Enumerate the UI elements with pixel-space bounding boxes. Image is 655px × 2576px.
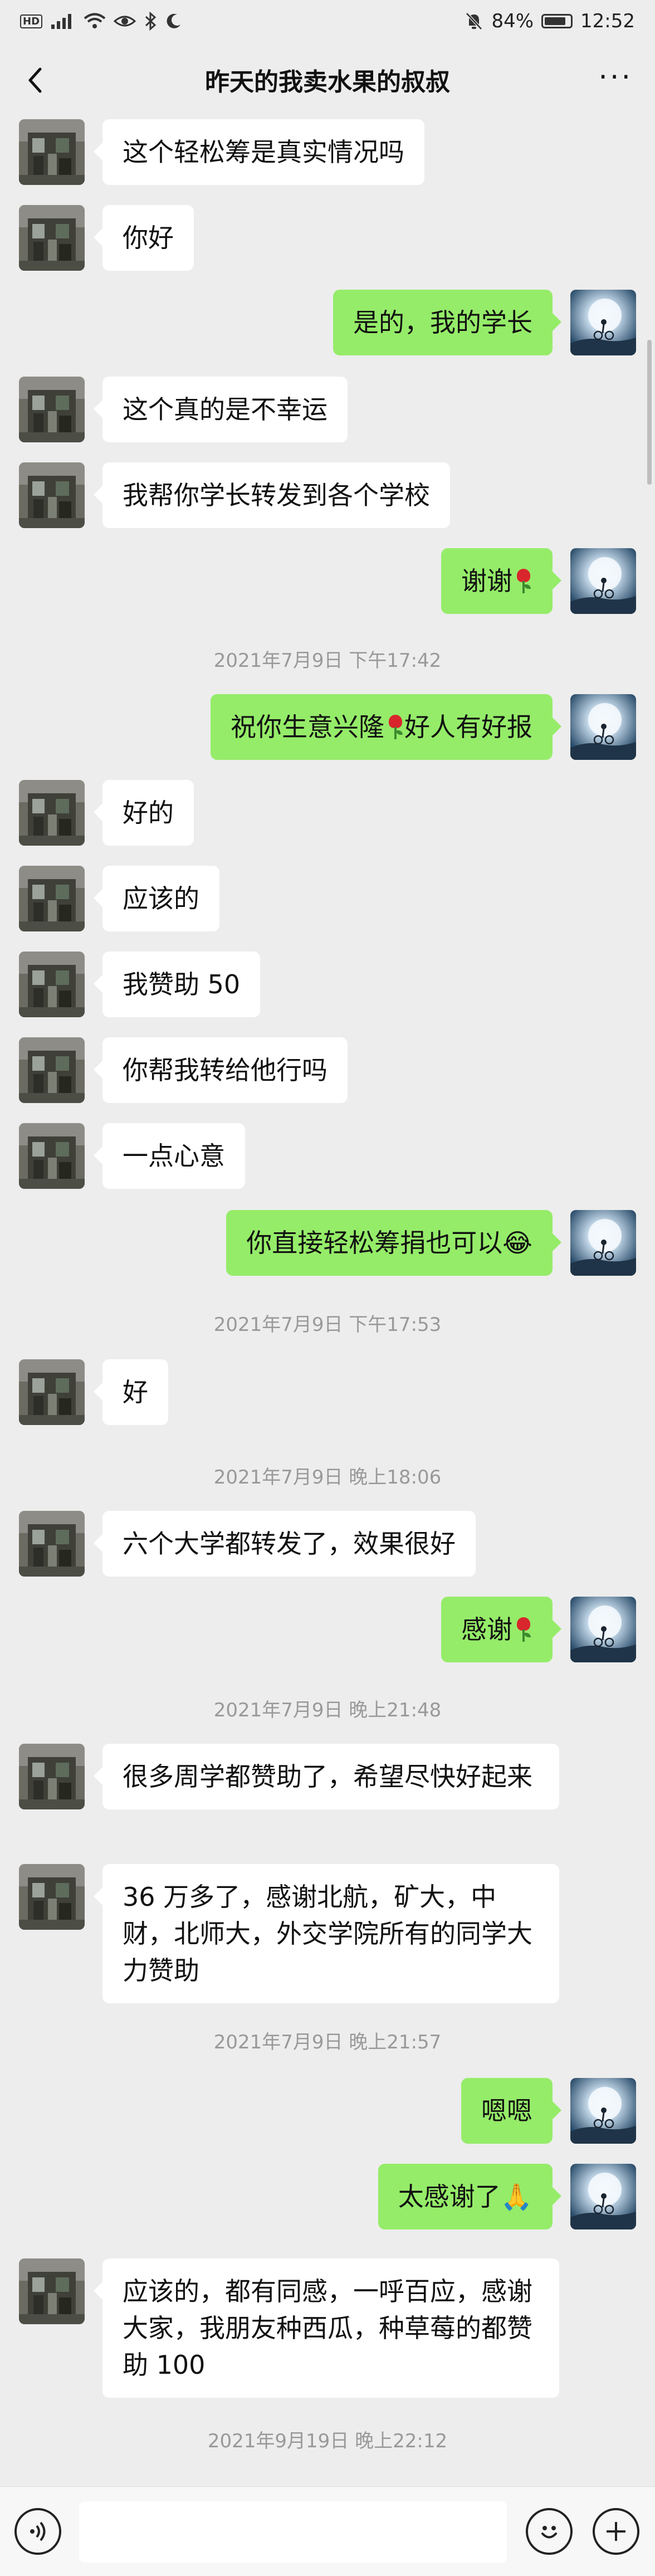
- message-timestamp: 2021年7月9日 晚上21:57: [213, 2031, 442, 2053]
- my-avatar[interactable]: [570, 1597, 636, 1662]
- message-text: 嗯嗯: [481, 2096, 532, 2126]
- contact-avatar[interactable]: [19, 1123, 85, 1189]
- message-bubble[interactable]: 我帮你学长转发到各个学校: [94, 462, 450, 528]
- contact-avatar[interactable]: [19, 1511, 85, 1577]
- my-avatar[interactable]: [570, 548, 636, 614]
- message-text: 感谢: [461, 1614, 512, 1645]
- message-text: 你好: [123, 223, 174, 253]
- message-bubble[interactable]: 很多周学都赞助了，希望尽快好起来: [94, 1744, 559, 1809]
- message-timestamp: 2021年9月19日 晚上22:12: [207, 2430, 448, 2452]
- message-text: 你直接轻松筹捐也可以😂: [246, 1228, 532, 1258]
- voice-icon: [30, 2521, 46, 2541]
- status-icons-left: HD: [20, 12, 183, 31]
- message-text: 这个轻松筹是真实情况吗: [123, 137, 404, 167]
- my-avatar[interactable]: [570, 694, 636, 760]
- message-bubble[interactable]: 你好: [94, 205, 194, 271]
- message-bubble[interactable]: 这个真的是不幸运: [94, 377, 348, 442]
- contact-avatar[interactable]: [19, 952, 85, 1017]
- moon-icon: [167, 13, 181, 28]
- message-text: 谢谢: [461, 566, 512, 596]
- mute-bell-icon: [466, 12, 483, 30]
- message-bubble[interactable]: 应该的: [94, 866, 219, 931]
- message-bubble[interactable]: 好: [94, 1359, 168, 1425]
- contact-avatar[interactable]: [19, 2258, 85, 2324]
- message-text: 很多周学都赞助了，希望尽快好起来: [123, 1762, 532, 1792]
- message-bubble[interactable]: 感谢: [441, 1597, 561, 1662]
- battery-percent: 84%: [491, 10, 534, 32]
- emoji-button[interactable]: [526, 2508, 573, 2555]
- more-options-icon[interactable]: ···: [598, 63, 633, 92]
- message-bubble[interactable]: 一点心意: [94, 1123, 245, 1189]
- message-text: 好人有好报: [404, 712, 532, 742]
- message-input[interactable]: [79, 2501, 507, 2563]
- message-bubble[interactable]: 你帮我转给他行吗: [94, 1037, 348, 1103]
- my-avatar[interactable]: [570, 1210, 636, 1276]
- contact-avatar[interactable]: [19, 119, 85, 185]
- scrollbar[interactable]: [647, 340, 652, 485]
- message-timestamp: 2021年7月9日 下午17:42: [213, 650, 442, 672]
- message-bubble[interactable]: 祝你生意兴隆 好人有好报: [211, 694, 561, 760]
- message-text: 是的，我的学长: [353, 308, 532, 338]
- my-avatar[interactable]: [570, 2078, 636, 2144]
- message-text: 36 万多了，感谢北航，矿大，中财，北师大，外交学院所有的同学大力赞助: [123, 1882, 532, 1985]
- hd-icon: HD: [20, 14, 43, 28]
- message-timestamp: 2021年7月9日 下午17:53: [213, 1314, 442, 1336]
- message-text: 太感谢了🙏: [398, 2182, 532, 2212]
- contact-avatar[interactable]: [19, 780, 85, 846]
- signal-icon: [51, 14, 72, 29]
- more-functions-button[interactable]: [593, 2508, 639, 2555]
- message-timestamp: 2021年7月9日 晚上18:06: [213, 1466, 442, 1489]
- plus-icon: [607, 2522, 625, 2541]
- message-text: 我帮你学长转发到各个学校: [123, 480, 430, 510]
- message-bubble[interactable]: 36 万多了，感谢北航，矿大，中财，北师大，外交学院所有的同学大力赞助: [94, 1864, 559, 2003]
- message-text: 好: [123, 1377, 148, 1407]
- input-bar: [0, 2486, 655, 2576]
- message-bubble[interactable]: 好的: [94, 780, 194, 846]
- message-text: 一点心意: [123, 1141, 225, 1171]
- message-bubble[interactable]: 应该的，都有同感，一呼百应，感谢大家，我朋友种西瓜，种草莓的都赞助 100: [94, 2258, 559, 2398]
- message-bubble[interactable]: 六个大学都转发了，效果很好: [94, 1511, 476, 1577]
- wifi-icon: [84, 13, 106, 28]
- message-text: 你帮我转给他行吗: [123, 1055, 328, 1085]
- voice-input-button[interactable]: [14, 2508, 61, 2555]
- chat-title: 昨天的我卖水果的叔叔: [205, 68, 450, 96]
- contact-avatar[interactable]: [19, 205, 85, 271]
- contact-avatar[interactable]: [19, 866, 85, 931]
- my-avatar[interactable]: [570, 290, 636, 355]
- contact-avatar[interactable]: [19, 1359, 85, 1425]
- clock: 12:52: [580, 10, 635, 32]
- chat-header: 昨天的我卖水果的叔叔 ···: [0, 42, 655, 117]
- contact-avatar[interactable]: [19, 377, 85, 442]
- message-text: 应该的: [123, 884, 199, 914]
- message-bubble[interactable]: 这个轻松筹是真实情况吗: [94, 119, 424, 185]
- battery-icon: [541, 14, 573, 28]
- contact-avatar[interactable]: [19, 1744, 85, 1809]
- rose-emoji-icon: [387, 715, 404, 739]
- message-bubble[interactable]: 谢谢: [441, 548, 561, 614]
- status-bar: HD 84% 12:52: [0, 0, 655, 42]
- contact-avatar[interactable]: [19, 1864, 85, 1930]
- smiley-icon: [541, 2526, 557, 2539]
- message-bubble[interactable]: 我赞助 50: [93, 952, 261, 1017]
- bluetooth-icon: [145, 12, 157, 31]
- message-text: 我赞助 50: [123, 969, 241, 999]
- message-text: 应该的，都有同感，一呼百应，感谢大家，我朋友种西瓜，种草莓的都赞助 100: [123, 2276, 532, 2380]
- message-bubble[interactable]: 嗯嗯: [461, 2078, 561, 2144]
- eye-icon: [114, 16, 136, 27]
- message-bubble[interactable]: 是的，我的学长: [333, 290, 561, 355]
- back-arrow-icon[interactable]: [20, 64, 53, 97]
- contact-avatar[interactable]: [19, 462, 85, 528]
- message-bubble[interactable]: 太感谢了🙏: [378, 2164, 562, 2229]
- rose-emoji-icon: [515, 569, 532, 593]
- message-text: 祝你生意兴隆: [231, 712, 384, 742]
- message-bubble[interactable]: 你直接轻松筹捐也可以😂: [226, 1210, 561, 1276]
- message-text: 六个大学都转发了，效果很好: [123, 1529, 456, 1559]
- rose-emoji-icon: [515, 1617, 532, 1642]
- status-icons-right: 84% 12:52: [465, 10, 635, 32]
- message-timestamp: 2021年7月9日 晚上21:48: [213, 1699, 442, 1721]
- message-text: 这个真的是不幸运: [123, 394, 328, 425]
- contact-avatar[interactable]: [19, 1037, 85, 1103]
- my-avatar[interactable]: [570, 2164, 636, 2229]
- message-text: 好的: [123, 798, 174, 828]
